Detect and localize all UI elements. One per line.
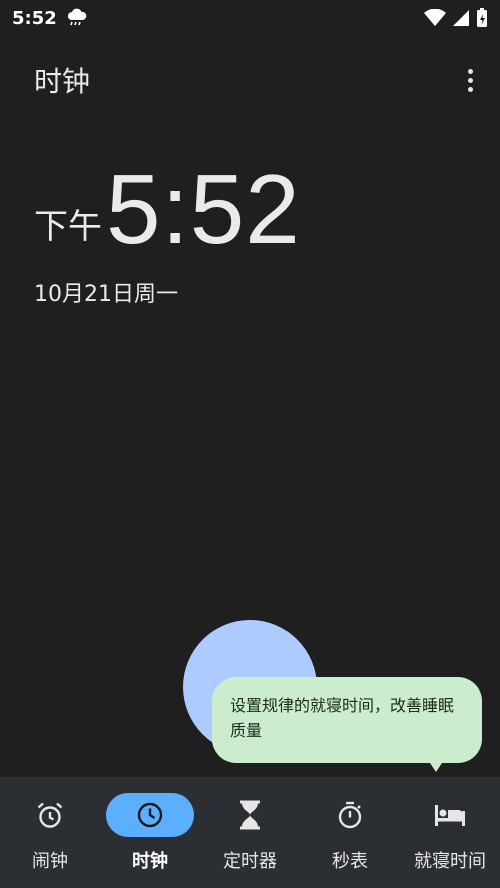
signal-icon	[452, 9, 470, 27]
bottom-navigation: 闹钟 时钟 定时器 秒表 就寝时间	[0, 777, 500, 888]
bed-icon	[406, 793, 494, 837]
tooltip-arrow	[428, 760, 444, 772]
current-date: 10月21日周一	[34, 282, 178, 307]
bedtime-tooltip[interactable]: 设置规律的就寝时间，改善睡眠质量	[212, 677, 482, 763]
digital-clock: 下午 5:52	[34, 160, 301, 258]
nav-label: 闹钟	[32, 851, 68, 872]
status-time: 5:52	[12, 7, 57, 29]
battery-icon	[476, 8, 488, 28]
nav-label: 时钟	[132, 851, 168, 872]
weather-icon	[65, 8, 89, 28]
nav-label: 秒表	[332, 851, 368, 872]
clock-icon	[106, 793, 194, 837]
nav-label: 定时器	[223, 851, 277, 872]
nav-item-stopwatch[interactable]: 秒表	[300, 777, 400, 873]
tooltip-text: 设置规律的就寝时间，改善睡眠质量	[230, 696, 455, 740]
wifi-icon	[424, 9, 446, 27]
nav-item-timer[interactable]: 定时器	[200, 777, 300, 873]
alarm-icon	[6, 793, 94, 837]
dot	[467, 86, 473, 92]
status-bar: 5:52	[0, 0, 500, 36]
nav-label: 就寝时间	[414, 851, 486, 872]
dot	[467, 68, 473, 74]
app-bar: 时钟	[34, 56, 482, 104]
more-options-icon[interactable]	[458, 64, 482, 96]
nav-item-bedtime[interactable]: 就寝时间	[400, 777, 500, 873]
dot	[467, 77, 473, 83]
am-pm-label: 下午	[34, 207, 102, 247]
current-time: 5:52	[106, 154, 301, 264]
hourglass-icon	[206, 793, 294, 837]
nav-item-clock[interactable]: 时钟	[100, 777, 200, 873]
nav-item-alarm[interactable]: 闹钟	[0, 777, 100, 873]
stopwatch-icon	[306, 793, 394, 837]
page-title: 时钟	[34, 65, 91, 98]
